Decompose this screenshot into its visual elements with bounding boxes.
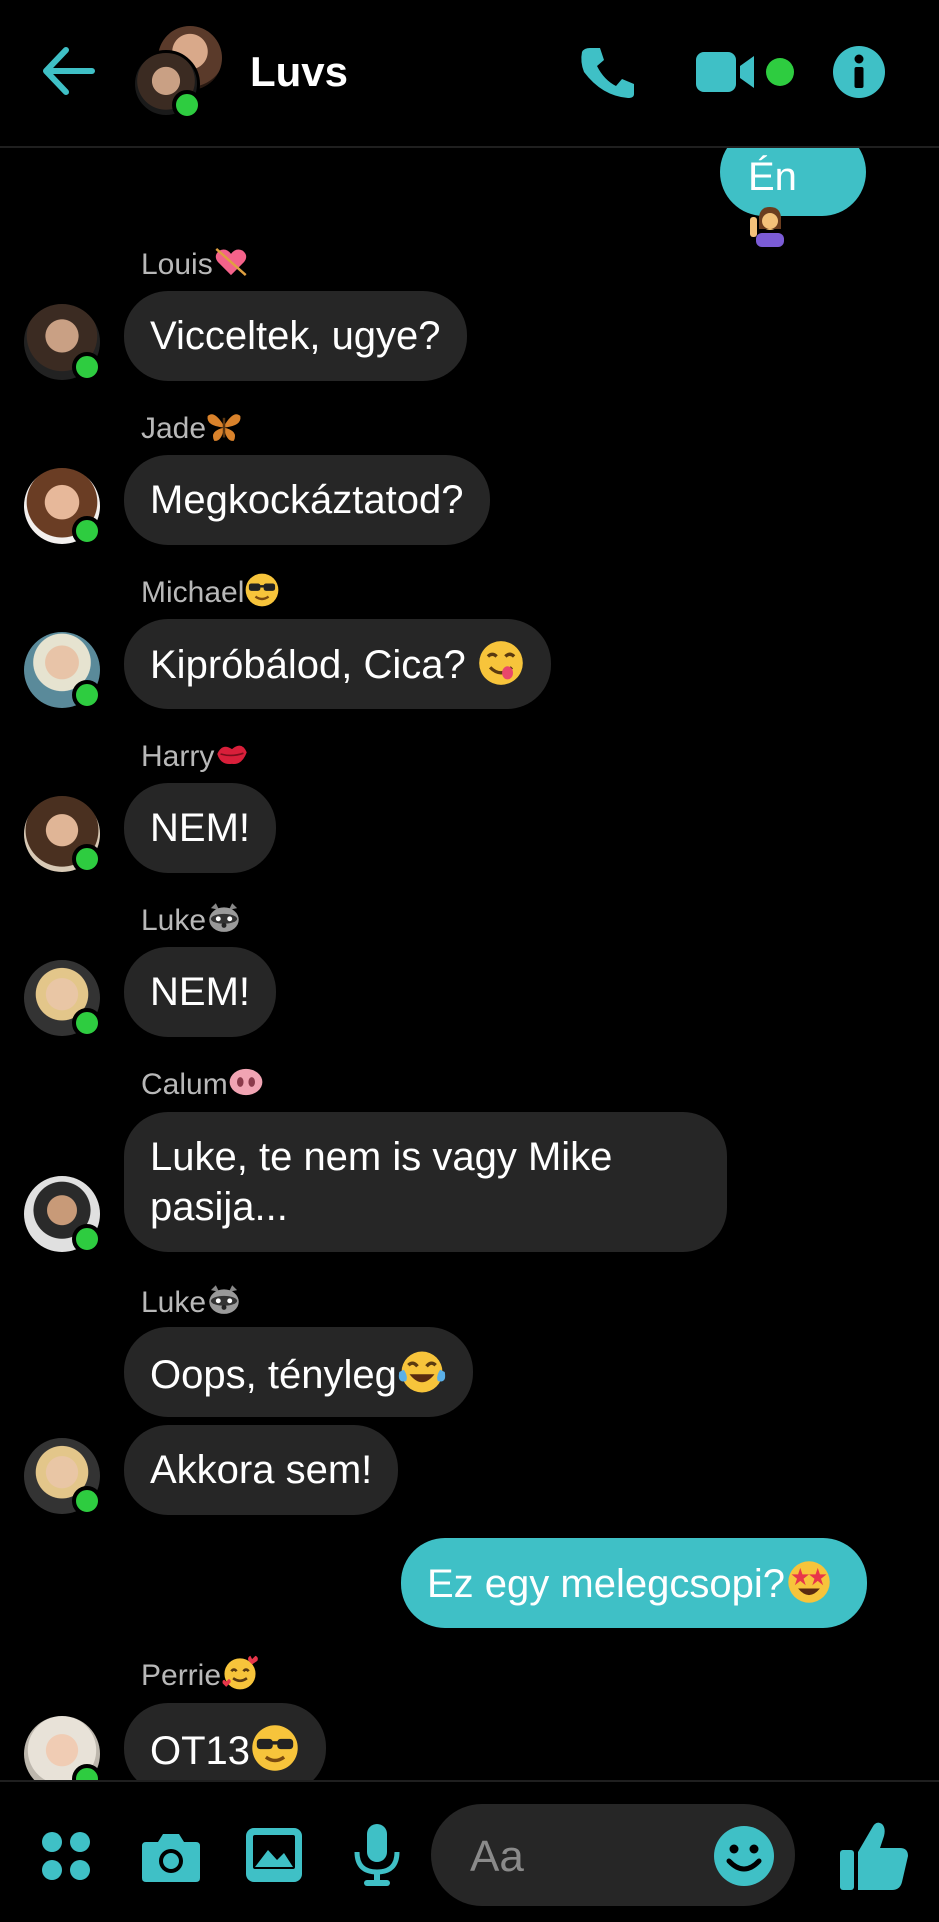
message-bubble[interactable]: Kipróbálod, Cica? — [124, 619, 551, 709]
avatar-michael[interactable] — [24, 632, 102, 710]
online-indicator — [72, 352, 102, 382]
heart-with-arrow-emoji-icon — [215, 247, 247, 277]
message-bubble[interactable]: NEM! — [124, 947, 276, 1037]
back-arrow-icon[interactable] — [40, 46, 96, 96]
online-indicator — [72, 1224, 102, 1254]
online-indicator — [72, 844, 102, 874]
avatar-calum[interactable] — [24, 1176, 102, 1254]
avatar-luke[interactable] — [24, 1438, 102, 1516]
phone-icon[interactable] — [578, 44, 636, 100]
avatar-luke[interactable] — [24, 960, 102, 1038]
microphone-icon[interactable] — [352, 1822, 402, 1888]
sender-name: Calum — [141, 1064, 264, 1102]
emoji-icon[interactable] — [713, 1825, 775, 1887]
chat-header: Luvs — [0, 0, 939, 148]
my-message[interactable]: Ez egy melegcsopi? — [401, 1538, 867, 1628]
message-text: Én — [748, 155, 797, 199]
pig-nose-emoji-icon — [229, 1068, 263, 1096]
gallery-icon[interactable] — [244, 1826, 304, 1884]
person-raising-hand-emoji-icon — [750, 207, 784, 247]
smiling-face-with-hearts-emoji-icon — [222, 1655, 258, 1690]
online-indicator — [72, 516, 102, 546]
thumbs-up-icon[interactable] — [838, 1818, 910, 1892]
kiss-mark-emoji-icon — [217, 745, 248, 765]
message-bubble[interactable]: Luke, te nem is vagy Mike pasija... — [124, 1112, 727, 1252]
group-avatar[interactable] — [132, 50, 202, 120]
message-bubble[interactable]: Oops, tényleg — [124, 1327, 473, 1417]
sender-name: Jade — [141, 408, 242, 446]
avatar-jade[interactable] — [24, 468, 102, 546]
avatar-harry[interactable] — [24, 796, 102, 874]
message-bubble[interactable]: Megkockáztatod? — [124, 455, 490, 545]
apps-grid-icon[interactable] — [40, 1830, 92, 1882]
raccoon-emoji-icon — [209, 1285, 239, 1314]
video-active-indicator — [766, 58, 794, 86]
camera-icon[interactable] — [140, 1830, 202, 1884]
avatar-louis[interactable] — [24, 304, 102, 382]
info-icon[interactable] — [832, 45, 886, 99]
sender-name: Luke — [141, 900, 242, 938]
online-indicator — [172, 90, 202, 120]
message-input-placeholder: Aa — [470, 1832, 524, 1881]
tears-of-joy-emoji-icon — [398, 1351, 446, 1393]
raccoon-emoji-icon — [209, 903, 239, 932]
sender-name: Harry — [141, 736, 250, 774]
sender-name: Louis — [141, 244, 249, 282]
online-indicator — [72, 680, 102, 710]
online-indicator — [72, 1008, 102, 1038]
chat-title[interactable]: Luvs — [250, 48, 348, 96]
sender-name: Luke — [141, 1282, 242, 1320]
message-bubble[interactable]: Akkora sem! — [124, 1425, 399, 1515]
online-indicator — [72, 1486, 102, 1516]
yum-face-emoji-icon — [479, 641, 523, 685]
sunglasses-face-emoji-icon — [252, 1725, 298, 1771]
video-camera-icon[interactable] — [696, 50, 758, 94]
sunglasses-face-emoji-icon — [246, 573, 279, 607]
message-bubble[interactable]: Vicceltek, ugye? — [124, 291, 467, 381]
star-struck-emoji-icon — [788, 1561, 830, 1603]
sender-name: Michael — [141, 572, 280, 610]
butterfly-emoji-icon — [207, 414, 241, 441]
sender-name: Perrie — [141, 1654, 259, 1693]
message-bubble[interactable]: NEM! — [124, 783, 276, 873]
